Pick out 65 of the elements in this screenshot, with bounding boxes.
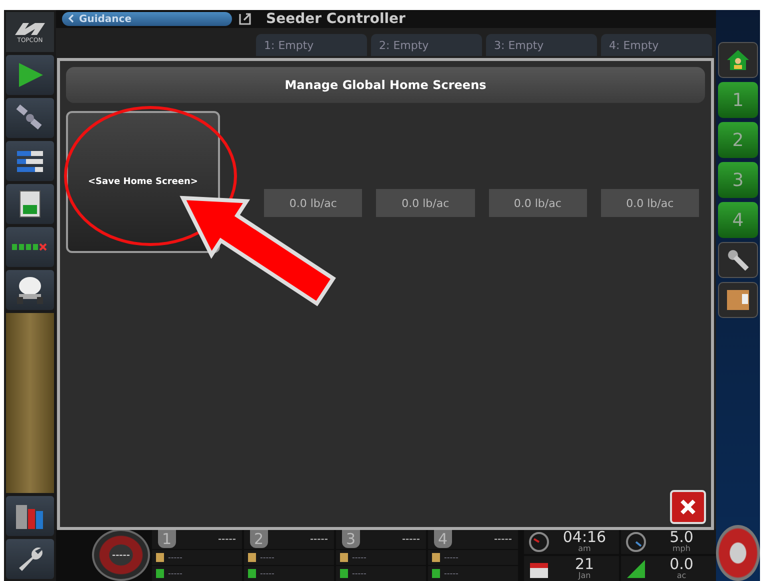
layout-icon	[725, 288, 751, 312]
product-tab[interactable]: 2: Empty	[371, 34, 482, 56]
bin-value: -----	[260, 569, 274, 578]
close-icon	[678, 497, 698, 517]
bin-reading: -----	[402, 534, 420, 544]
bin-reading: -----	[218, 534, 236, 544]
product-tab[interactable]: 3: Empty	[486, 34, 597, 56]
product-bin-button[interactable]: 1	[718, 82, 758, 118]
bin-number: 3	[342, 530, 360, 548]
speedometer-icon	[625, 530, 647, 552]
close-button[interactable]	[670, 490, 706, 524]
speed-value: 5.0	[670, 530, 694, 545]
bin-value: -----	[168, 553, 182, 562]
seeder-gauge: -----	[92, 529, 150, 581]
chevron-icon	[68, 14, 74, 22]
rate-field: 0.0 lb/ac	[600, 189, 699, 217]
guidance-button[interactable]	[6, 55, 54, 95]
screen-title: Seeder Controller	[266, 11, 406, 27]
rate-field: 0.0 lb/ac	[376, 189, 474, 217]
monitor-button[interactable]	[6, 184, 54, 224]
product-bin-button[interactable]: 2	[718, 122, 758, 158]
time-suffix: am	[578, 545, 591, 553]
area-unit: ac	[676, 572, 686, 580]
status-lights-icon	[12, 242, 48, 252]
bin-number: 4	[434, 530, 452, 548]
home-button[interactable]	[718, 42, 758, 78]
status-button[interactable]	[6, 227, 54, 267]
save-home-screen-button[interactable]: <Save Home Screen>	[66, 111, 220, 253]
rate-field: 0.0 lb/ac	[488, 189, 587, 217]
bin-value: -----	[444, 569, 458, 578]
bin-value: -----	[444, 553, 458, 562]
popout-icon[interactable]	[238, 12, 252, 26]
bin-number: 1	[158, 530, 176, 548]
time-value: 04:16	[562, 530, 606, 545]
tools-icon	[725, 247, 751, 273]
vehicle-icon	[14, 275, 46, 305]
bin-value: -----	[352, 553, 366, 562]
layout-button[interactable]	[718, 282, 758, 318]
date-month: Jan	[578, 572, 591, 580]
product-tab[interactable]: 4: Empty	[601, 34, 712, 56]
date-day: 21	[574, 557, 594, 572]
clock-icon	[528, 530, 550, 552]
bin-reading: -----	[494, 534, 512, 544]
satellite-button[interactable]	[6, 98, 54, 138]
monitor-icon	[18, 189, 42, 219]
bin-value: -----	[352, 569, 366, 578]
bin-value: -----	[168, 569, 182, 578]
vehicle-button[interactable]	[6, 270, 54, 310]
guidance-tab[interactable]: Guidance	[62, 12, 232, 26]
wrench-button[interactable]	[6, 539, 54, 579]
rate-field: 0.0 lb/ac	[264, 189, 362, 217]
bars-button[interactable]	[6, 141, 54, 181]
product-tab[interactable]: 1: Empty	[256, 34, 367, 56]
bins-button[interactable]	[6, 496, 54, 536]
tools-button[interactable]	[718, 242, 758, 278]
bars-icon	[15, 148, 45, 174]
bin-number: 2	[250, 530, 268, 548]
product-bin-button[interactable]: 4	[718, 202, 758, 238]
dialog-title: Manage Global Home Screens	[66, 67, 705, 103]
speed-unit: mph	[672, 545, 690, 553]
bin-reading: -----	[310, 534, 328, 544]
home-icon	[725, 48, 751, 72]
bin-value: -----	[260, 553, 274, 562]
product-bin-button[interactable]: 3	[718, 162, 758, 198]
area-value: 0.0	[670, 557, 694, 572]
